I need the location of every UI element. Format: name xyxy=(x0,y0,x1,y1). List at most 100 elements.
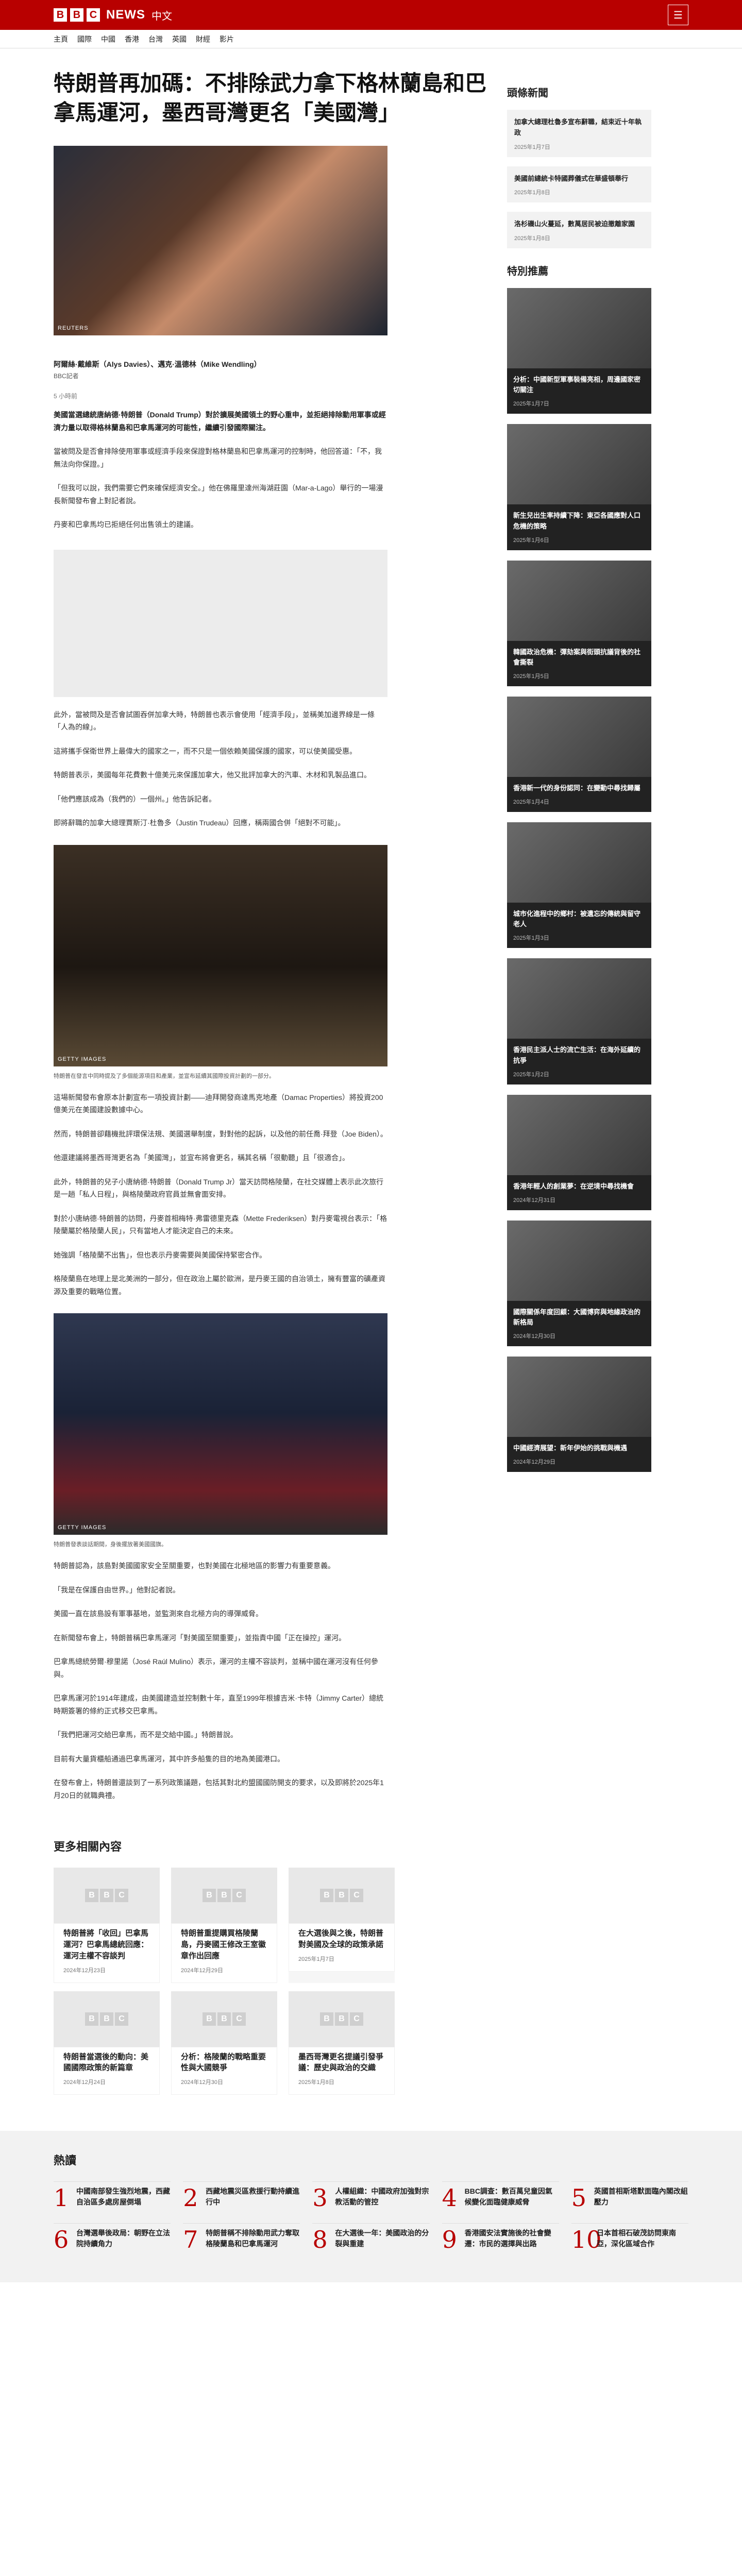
nav-item-video[interactable]: 影片 xyxy=(220,34,234,44)
feature-date: 2025年1月2日 xyxy=(513,1071,549,1078)
paragraph: 美國一直在該島設有軍事基地，並監測來自北極方向的導彈威脅。 xyxy=(54,1609,263,1618)
top-story-title[interactable]: 美國前總統卡特國葬儀式在華盛頓舉行 xyxy=(514,174,644,184)
most-read-title[interactable]: 人權組織：中國政府加強對宗教活動的管控 xyxy=(335,2186,429,2208)
related-title[interactable]: 特朗普將「收回」巴拿馬運河？巴拿馬總統回應：運河主權不容談判 xyxy=(63,1928,150,1961)
most-read-item[interactable]: 7 特朗普稱不排除動用武力奪取格陵蘭島和巴拿馬運河 xyxy=(183,2223,300,2251)
nav-item-taiwan[interactable]: 台灣 xyxy=(148,34,163,44)
most-read-title[interactable]: BBC調查：數百萬兒童因氣候變化面臨健康威脅 xyxy=(465,2186,559,2208)
related-title[interactable]: 墨西哥灣更名提議引發爭議：歷史與政治的交織 xyxy=(298,2052,385,2074)
menu-button[interactable]: ☰ xyxy=(668,5,688,25)
top-story[interactable]: 美國前總統卡特國葬儀式在華盛頓舉行 2025年1月8日 xyxy=(507,166,651,203)
most-read-item[interactable]: 2 西藏地震災區救援行動持續進行中 xyxy=(183,2181,300,2210)
feature-title[interactable]: 城市化進程中的鄉村：被遺忘的傳統與留守老人 xyxy=(513,909,645,929)
feature-title[interactable]: 香港年輕人的創業夢：在逆境中尋找機會 xyxy=(513,1181,645,1192)
feature-title[interactable]: 韓國政治危機：彈劾案與街頭抗議背後的社會撕裂 xyxy=(513,647,645,668)
nav-item-china[interactable]: 中國 xyxy=(101,34,115,44)
feature-card[interactable]: 城市化進程中的鄉村：被遺忘的傳統與留守老人 2025年1月3日 xyxy=(507,822,651,948)
related-card[interactable]: BBC 墨西哥灣更名提議引發爭議：歷史與政治的交織 2025年1月8日 xyxy=(289,1991,395,2095)
most-read-title[interactable]: 日本首相石破茂訪問東南亞，深化區域合作 xyxy=(597,2228,688,2249)
most-read-item[interactable]: 10 日本首相石破茂訪問東南亞，深化區域合作 xyxy=(571,2223,688,2251)
related-title[interactable]: 特朗普重提購買格陵蘭島，丹麥國王修改王室徽章作出回應 xyxy=(181,1928,267,1961)
feature-card[interactable]: 中國經濟展望：新年伊始的挑戰與機遇 2024年12月29日 xyxy=(507,1357,651,1472)
related-card[interactable]: BBC 在大選後與之後，特朗普對美國及全球的政策承諾 2025年1月7日 xyxy=(289,1868,395,1983)
feature-card[interactable]: 國際關係年度回顧：大國博弈與地緣政治的新格局 2024年12月30日 xyxy=(507,1220,651,1347)
related-title[interactable]: 特朗普當選後的動向：美國國際政策的新篇章 xyxy=(63,2052,150,2074)
article-lead: 美國當選總統唐納德·特朗普（Donald Trump）對於擴展美國領土的野心重申… xyxy=(54,411,386,432)
top-story-title[interactable]: 加拿大總理杜魯多宣布辭職，結束近十年執政 xyxy=(514,117,644,139)
paragraph: 特朗普表示，美國每年花費數十億美元來保護加拿大，他又批評加拿大的汽車、木材和乳製… xyxy=(54,771,371,779)
feature-image xyxy=(507,288,651,369)
feature-image xyxy=(507,958,651,1039)
most-read-item[interactable]: 3 人權組織：中國政府加強對宗教活動的管控 xyxy=(312,2181,430,2210)
most-read-item[interactable]: 5 英國首相斯塔默面臨內閣改組壓力 xyxy=(571,2181,688,2210)
nav-item-home[interactable]: 主頁 xyxy=(54,34,68,44)
related-card[interactable]: BBC 特朗普當選後的動向：美國國際政策的新篇章 2024年12月24日 xyxy=(54,1991,160,2095)
feature-card[interactable]: 分析：中國新型軍事裝備亮相，周邊國家密切關注 2025年1月7日 xyxy=(507,288,651,414)
feature-card[interactable]: 香港民主派人士的流亡生活：在海外延續的抗爭 2025年1月2日 xyxy=(507,958,651,1084)
feature-card[interactable]: 香港年輕人的創業夢：在逆境中尋找機會 2024年12月31日 xyxy=(507,1094,651,1210)
nav-item-world[interactable]: 國際 xyxy=(77,34,92,44)
paragraph: 他還建議將墨西哥灣更名為「美國灣」，並宣布將會更名，稱其名稱「很動聽」且「很適合… xyxy=(54,1154,349,1162)
nav-item-uk[interactable]: 英國 xyxy=(172,34,187,44)
paragraph: 丹麥和巴拿馬均已拒絕任何出售領土的建議。 xyxy=(54,520,198,529)
related-card[interactable]: BBC 特朗普將「收回」巴拿馬運河？巴拿馬總統回應：運河主權不容談判 2024年1… xyxy=(54,1868,160,1983)
related-grid: BBC 特朗普將「收回」巴拿馬運河？巴拿馬總統回應：運河主權不容談判 2024年1… xyxy=(54,1868,491,2095)
most-read-title[interactable]: 香港國安法實施後的社會變遷：市民的選擇與出路 xyxy=(465,2228,559,2249)
image-credit: GETTY IMAGES xyxy=(58,1524,107,1531)
most-read-title[interactable]: 特朗普稱不排除動用武力奪取格陵蘭島和巴拿馬運河 xyxy=(206,2228,300,2249)
most-read-heading: 熱讀 xyxy=(54,2154,77,2167)
rank-number: 1 xyxy=(54,2184,69,2212)
feature-title[interactable]: 香港民主派人士的流亡生活：在海外延續的抗爭 xyxy=(513,1045,645,1065)
bbc-placeholder-thumb: BBC xyxy=(54,1991,160,2047)
most-read-item[interactable]: 4 BBC調查：數百萬兒童因氣候變化面臨健康威脅 xyxy=(442,2181,559,2210)
feature-image xyxy=(507,822,651,903)
paragraph: 這將攜手保衛世界上最偉大的國家之一，而不只是一個依賴美國保護的國家，可以使美國受… xyxy=(54,747,357,755)
sidebar: 頭條新聞 加拿大總理杜魯多宣布辭職，結束近十年執政 2025年1月7日 美國前總統… xyxy=(507,69,651,2095)
feature-card[interactable]: 香港新一代的身份認同：在變動中尋找歸屬 2025年1月4日 xyxy=(507,697,651,812)
paragraph: 特朗普認為，該島對美國國家安全至關重要，也對美國在北極地區的影響力有重要意義。 xyxy=(54,1562,335,1570)
most-read-title[interactable]: 英國首相斯塔默面臨內閣改組壓力 xyxy=(594,2186,688,2208)
nav-item-business[interactable]: 財經 xyxy=(196,34,210,44)
most-read-item[interactable]: 1 中國南部發生強烈地震，西藏自治區多處房屋倒塌 xyxy=(54,2181,171,2210)
most-read-title[interactable]: 台灣選舉後政局：朝野在立法院持續角力 xyxy=(76,2228,171,2249)
feature-title[interactable]: 分析：中國新型軍事裝備亮相，周邊國家密切關注 xyxy=(513,375,645,395)
paragraph: 她強調「格陵蘭不出售」，但也表示丹麥需要與美國保持緊密合作。 xyxy=(54,1250,266,1259)
related-title[interactable]: 在大選後與之後，特朗普對美國及全球的政策承諾 xyxy=(298,1928,385,1951)
most-read-item[interactable]: 6 台灣選舉後政局：朝野在立法院持續角力 xyxy=(54,2223,171,2251)
feature-title[interactable]: 香港新一代的身份認同：在變動中尋找歸屬 xyxy=(513,783,645,793)
most-read-title[interactable]: 西藏地震災區救援行動持續進行中 xyxy=(206,2186,300,2208)
feature-date: 2024年12月29日 xyxy=(513,1459,555,1466)
feature-image xyxy=(507,560,651,641)
image-credit: GETTY IMAGES xyxy=(58,1056,107,1062)
related-card[interactable]: BBC 分析：格陵蘭的戰略重要性與大國競爭 2024年12月30日 xyxy=(171,1991,277,2095)
feature-date: 2025年1月3日 xyxy=(513,935,549,942)
related-title[interactable]: 分析：格陵蘭的戰略重要性與大國競爭 xyxy=(181,2052,267,2074)
related-card[interactable]: BBC 特朗普重提購買格陵蘭島，丹麥國王修改王室徽章作出回應 2024年12月29… xyxy=(171,1868,277,1983)
rank-number: 4 xyxy=(442,2184,457,2212)
page-bottom-space xyxy=(0,2282,742,2551)
related-date: 2025年1月7日 xyxy=(298,1956,334,1962)
bbc-placeholder-thumb: BBC xyxy=(171,1991,277,2047)
rank-number: 7 xyxy=(183,2226,198,2254)
paragraph: 這場新聞發布會原本計劃宣布一項投資計劃——迪拜開發商達馬克地產（Damac Pr… xyxy=(54,1093,383,1114)
top-story[interactable]: 洛杉磯山火蔓延，數萬居民被迫撤離家園 2025年1月8日 xyxy=(507,212,651,249)
top-story[interactable]: 加拿大總理杜魯多宣布辭職，結束近十年執政 2025年1月7日 xyxy=(507,110,651,157)
paragraph: 對於小唐納德·特朗普的訪問，丹麥首相梅特·弗雷德里克森（Mette Freder… xyxy=(54,1214,387,1235)
most-read-title[interactable]: 中國南部發生強烈地震，西藏自治區多處房屋倒塌 xyxy=(76,2186,171,2208)
most-read-item[interactable]: 8 在大選後一年：美國政治的分裂與重建 xyxy=(312,2223,430,2251)
bbc-news-logo[interactable]: B B C NEWS 中文 xyxy=(54,8,172,23)
nav-item-hongkong[interactable]: 香港 xyxy=(125,34,139,44)
feature-title[interactable]: 中國經濟展望：新年伊始的挑戰與機遇 xyxy=(513,1443,645,1453)
most-read-item[interactable]: 9 香港國安法實施後的社會變遷：市民的選擇與出路 xyxy=(442,2223,559,2251)
logo-letter-b1: B xyxy=(54,8,67,22)
feature-card[interactable]: 新生兒出生率持續下降：東亞各國應對人口危機的策略 2025年1月6日 xyxy=(507,424,651,550)
feature-image xyxy=(507,1357,651,1437)
feature-title[interactable]: 新生兒出生率持續下降：東亞各國應對人口危機的策略 xyxy=(513,511,645,531)
top-story-date: 2025年1月7日 xyxy=(514,144,550,150)
feature-card[interactable]: 韓國政治危機：彈劾案與街頭抗議背後的社會撕裂 2025年1月5日 xyxy=(507,560,651,687)
byline: 阿爾絲·戴維斯（Alys Davies）、邁克·溫德林（Mike Wendlin… xyxy=(54,360,261,369)
top-story-title[interactable]: 洛杉磯山火蔓延，數萬居民被迫撤離家園 xyxy=(514,219,644,230)
feature-title[interactable]: 國際關係年度回顧：大國博弈與地緣政治的新格局 xyxy=(513,1307,645,1328)
top-story-date: 2025年1月8日 xyxy=(514,235,550,242)
most-read-title[interactable]: 在大選後一年：美國政治的分裂與重建 xyxy=(335,2228,429,2249)
